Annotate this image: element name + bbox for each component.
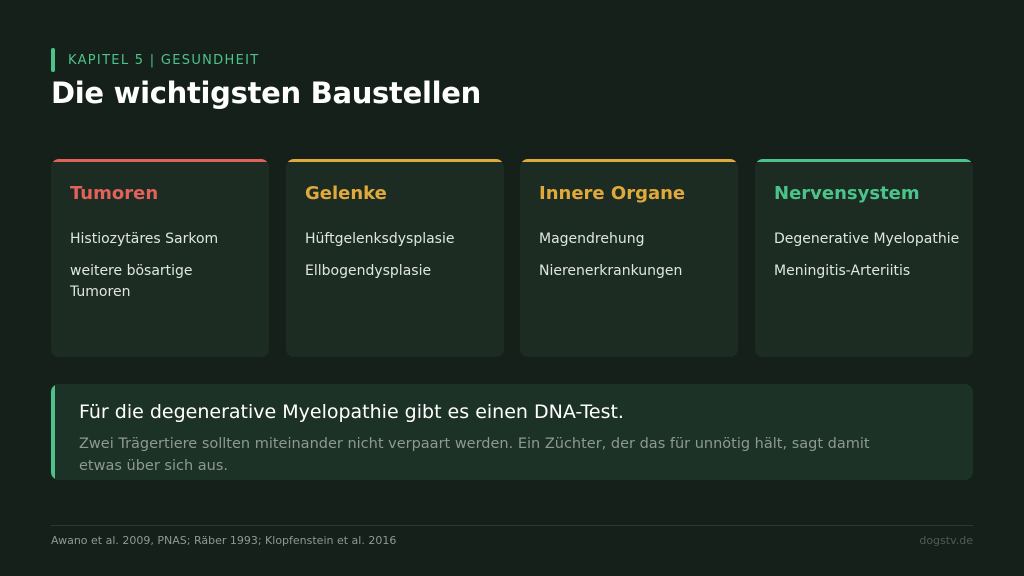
callout-body: Zwei Trägertiere sollten miteinander nic… bbox=[79, 436, 870, 474]
chapter-kicker: KAPITEL 5 | GESUNDHEIT bbox=[51, 48, 259, 72]
list-item: Ellbogendysplasie bbox=[305, 263, 432, 279]
callout-accent-bar bbox=[51, 384, 55, 480]
card-innere-organe: Innere Organe Magendrehung Nierenerkrank… bbox=[520, 159, 738, 357]
card-list: Magendrehung Nierenerkrankungen bbox=[539, 229, 726, 293]
card-accent-bar bbox=[51, 159, 269, 162]
card-title: Tumoren bbox=[70, 183, 159, 204]
list-item: Nierenerkrankungen bbox=[539, 263, 683, 279]
category-cards: Tumoren Histiozytäres Sarkom weitere bös… bbox=[51, 159, 973, 357]
list-item: weitere bösartige Tumoren bbox=[70, 263, 193, 300]
footer-divider bbox=[51, 525, 973, 526]
list-item: Histiozytäres Sarkom bbox=[70, 231, 219, 247]
footer-brand: dogstv.de bbox=[919, 534, 973, 547]
list-item: Meningitis-Arteriitis bbox=[774, 263, 911, 279]
card-nervensystem: Nervensystem Degenerative Myelopathie Me… bbox=[755, 159, 973, 357]
card-title: Gelenke bbox=[305, 183, 387, 204]
kicker-text: KAPITEL 5 | GESUNDHEIT bbox=[68, 52, 260, 68]
card-tumoren: Tumoren Histiozytäres Sarkom weitere bös… bbox=[51, 159, 269, 357]
card-accent-bar bbox=[286, 159, 504, 162]
kicker-accent-bar bbox=[51, 48, 55, 72]
card-title: Innere Organe bbox=[539, 183, 686, 204]
callout-headline: Für die degenerative Myelopathie gibt es… bbox=[79, 401, 624, 423]
list-item: Magendrehung bbox=[539, 231, 645, 247]
card-title: Nervensystem bbox=[774, 183, 920, 204]
card-list: Hüftgelenksdysplasie Ellbogendysplasie bbox=[305, 229, 492, 293]
page-title: Die wichtigsten Baustellen bbox=[51, 76, 481, 110]
card-accent-bar bbox=[755, 159, 973, 162]
list-item: Degenerative Myelopathie bbox=[774, 231, 960, 247]
card-list: Histiozytäres Sarkom weitere bösartige T… bbox=[70, 229, 257, 314]
footer-sources: Awano et al. 2009, PNAS; Räber 1993; Klo… bbox=[51, 534, 397, 547]
list-item: Hüftgelenksdysplasie bbox=[305, 231, 455, 247]
card-list: Degenerative Myelopathie Meningitis-Arte… bbox=[774, 229, 961, 293]
dna-test-callout: Für die degenerative Myelopathie gibt es… bbox=[51, 384, 973, 480]
card-gelenke: Gelenke Hüftgelenksdysplasie Ellbogendys… bbox=[286, 159, 504, 357]
card-accent-bar bbox=[520, 159, 738, 162]
